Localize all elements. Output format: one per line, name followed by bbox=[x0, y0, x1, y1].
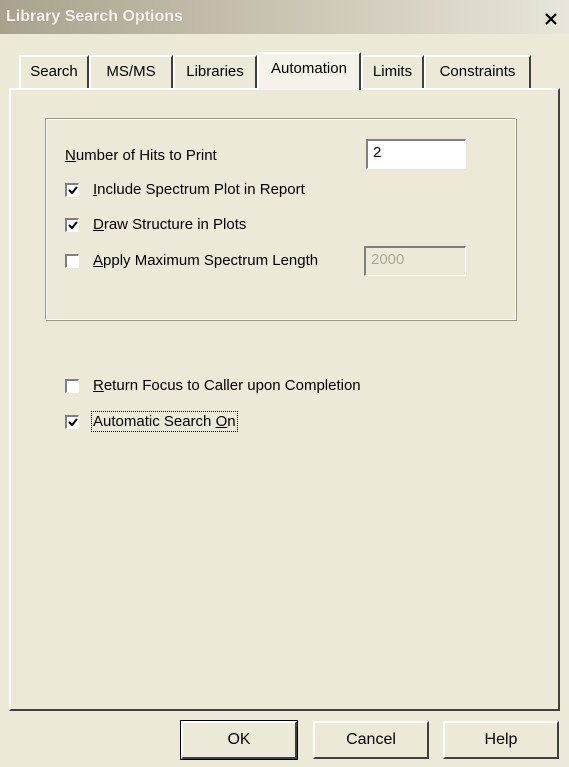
draw-structure-checkbox[interactable] bbox=[65, 218, 79, 232]
checkmark-icon bbox=[68, 418, 78, 427]
tab-limits[interactable]: Limits bbox=[361, 55, 424, 89]
tab-ms-ms[interactable]: MS/MS bbox=[89, 55, 173, 89]
hits-to-print-input[interactable]: 2 bbox=[366, 139, 466, 169]
checkmark-icon bbox=[68, 186, 78, 195]
title-bar[interactable]: Library Search Options bbox=[0, 0, 569, 34]
automatic-search-checkbox[interactable] bbox=[65, 415, 79, 429]
close-button[interactable] bbox=[541, 10, 561, 28]
checkmark-icon bbox=[68, 221, 78, 230]
tab-automation[interactable]: Automation bbox=[257, 52, 361, 90]
apply-max-length-label[interactable]: Apply Maximum Spectrum Length bbox=[93, 252, 318, 269]
tab-constraints[interactable]: Constraints bbox=[424, 55, 531, 89]
return-focus-checkbox[interactable] bbox=[65, 379, 79, 393]
apply-max-length-checkbox[interactable] bbox=[65, 254, 79, 268]
include-plot-checkbox[interactable] bbox=[65, 183, 79, 197]
tab-search[interactable]: Search bbox=[19, 55, 89, 89]
tab-libraries[interactable]: Libraries bbox=[173, 55, 257, 89]
help-button[interactable]: Help bbox=[443, 721, 559, 759]
return-focus-label[interactable]: Return Focus to Caller upon Completion bbox=[93, 377, 361, 394]
include-plot-label[interactable]: Include Spectrum Plot in Report bbox=[93, 181, 305, 198]
cancel-button[interactable]: Cancel bbox=[313, 721, 429, 759]
library-search-options-window: Library Search Options Search MS/MS Libr… bbox=[0, 0, 569, 767]
hits-to-print-label: Number of Hits to Print bbox=[65, 147, 217, 164]
ok-button[interactable]: OK bbox=[180, 720, 298, 760]
close-icon bbox=[545, 13, 557, 25]
automatic-search-label[interactable]: Automatic Search On bbox=[91, 411, 238, 432]
draw-structure-label[interactable]: Draw Structure in Plots bbox=[93, 216, 246, 233]
max-length-input: 2000 bbox=[364, 246, 466, 276]
window-title: Library Search Options bbox=[6, 8, 183, 25]
